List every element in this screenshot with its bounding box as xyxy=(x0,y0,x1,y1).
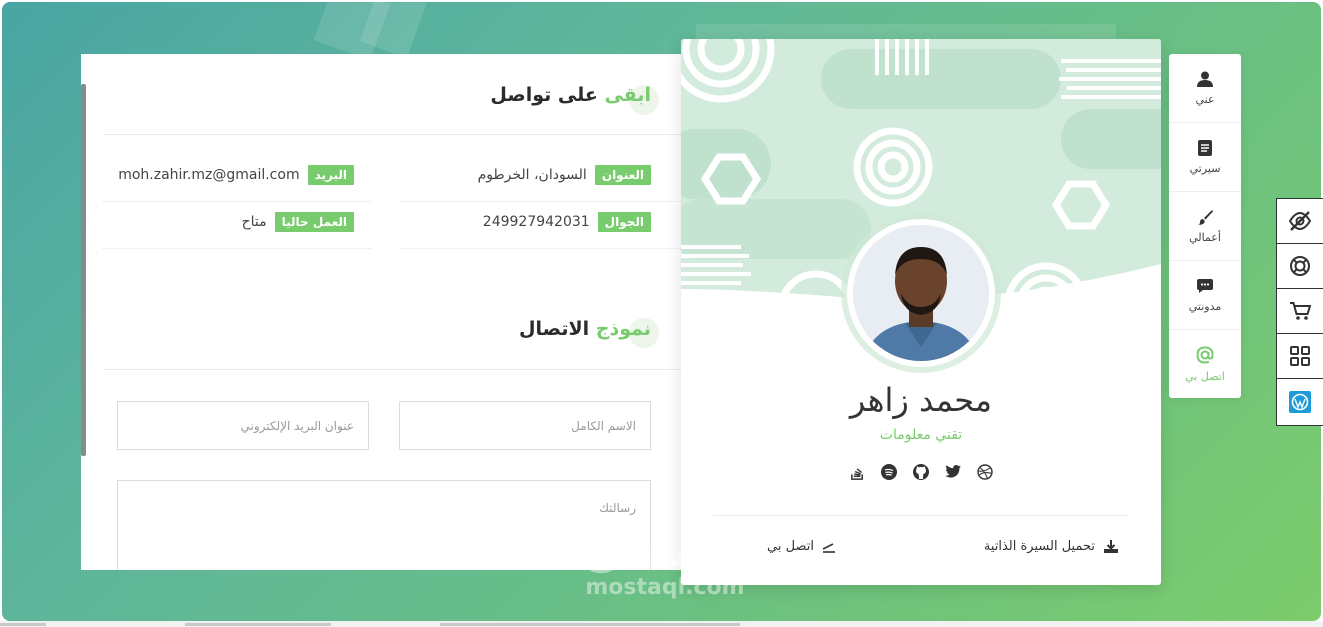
eye-off-icon xyxy=(1288,211,1312,231)
contact-section-title: ابقى على تواصل xyxy=(490,84,651,106)
info-label: الجوال xyxy=(597,212,651,232)
nav-item-label: أعمالي xyxy=(1189,230,1221,244)
row-divider xyxy=(401,201,681,202)
info-availability: العمل حاليا متاح xyxy=(242,212,354,232)
download-icon xyxy=(1104,539,1118,553)
twitter-icon[interactable] xyxy=(944,463,962,481)
lifebuoy-icon xyxy=(1290,256,1310,276)
stackoverflow-icon[interactable] xyxy=(848,463,866,481)
full-name-input[interactable] xyxy=(399,401,651,450)
at-icon xyxy=(1196,346,1214,364)
nav-item-contact[interactable]: اتصل بي xyxy=(1169,330,1241,399)
nav-item-blog[interactable]: مدونتي xyxy=(1169,261,1241,330)
profile-card: محمد زاهر تقني معلومات تحميل السيرة الذا… xyxy=(681,39,1161,585)
send-icon xyxy=(822,542,835,553)
download-cv-label: تحميل السيرة الذاتية xyxy=(983,539,1095,554)
bottom-strip xyxy=(0,621,1323,627)
floating-toolbar xyxy=(1276,198,1323,426)
info-label: العنوان xyxy=(594,165,651,185)
cart-icon xyxy=(1290,302,1311,320)
toolbar-support-button[interactable] xyxy=(1277,244,1323,289)
profile-job-title: تقني معلومات xyxy=(879,427,963,443)
user-icon xyxy=(1197,71,1213,87)
info-label: البريد xyxy=(307,165,354,185)
avatar xyxy=(853,225,989,361)
info-label: العمل حاليا xyxy=(274,212,354,232)
nav-item-works[interactable]: أعمالي xyxy=(1169,192,1241,261)
info-value: 249927942031 xyxy=(482,214,590,230)
contact-me-label: اتصل بي xyxy=(767,539,814,554)
wordpress-icon xyxy=(1289,390,1311,413)
resume-icon xyxy=(1198,139,1212,156)
info-phone: الجوال 249927942031 xyxy=(483,212,651,232)
card-divider xyxy=(713,515,1129,516)
info-value: متاح xyxy=(241,214,267,230)
spotify-icon[interactable] xyxy=(880,463,898,481)
dribbble-icon[interactable] xyxy=(976,463,994,481)
download-cv-button[interactable]: تحميل السيرة الذاتية xyxy=(984,539,1119,554)
section-divider xyxy=(103,369,681,370)
nav-item-resume[interactable]: سيرتي xyxy=(1169,123,1241,192)
nav-item-about[interactable]: عني xyxy=(1169,54,1241,123)
avatar-frame xyxy=(847,219,995,367)
nav-item-label: عني xyxy=(1195,92,1215,106)
profile-name: محمد زاهر xyxy=(849,381,993,419)
row-divider xyxy=(103,248,371,249)
side-navigation: عني سيرتي أعمالي مدونتي اتصل بي xyxy=(1169,54,1241,398)
form-section-title: نموذج الاتصال xyxy=(519,318,651,340)
social-links xyxy=(681,463,1161,481)
scrollbar[interactable] xyxy=(81,84,86,456)
message-textarea[interactable] xyxy=(117,480,651,570)
brush-icon xyxy=(1197,209,1213,225)
nav-item-label: سيرتي xyxy=(1189,161,1221,175)
nav-item-label: مدونتي xyxy=(1188,299,1222,313)
section-divider xyxy=(103,134,681,135)
contact-me-button[interactable]: اتصل بي xyxy=(767,539,838,554)
toolbar-wordpress-button[interactable] xyxy=(1277,379,1323,424)
row-divider xyxy=(401,248,681,249)
info-value: السودان، الخرطوم xyxy=(477,167,587,183)
nav-item-label: اتصل بي xyxy=(1185,370,1225,383)
toolbar-cart-button[interactable] xyxy=(1277,289,1323,334)
grid-icon xyxy=(1290,346,1310,366)
info-value: moh.zahir.mz@gmail.com xyxy=(118,167,300,183)
info-address: العنوان السودان، الخرطوم xyxy=(478,165,651,185)
info-email: البريد moh.zahir.mz@gmail.com xyxy=(118,165,354,185)
toolbar-hide-button[interactable] xyxy=(1277,199,1323,244)
row-divider xyxy=(103,201,371,202)
github-icon[interactable] xyxy=(912,463,930,481)
contact-panel: ابقى على تواصل العنوان السودان، الخرطوم … xyxy=(81,54,681,570)
toolbar-apps-button[interactable] xyxy=(1277,334,1323,379)
email-input[interactable] xyxy=(117,401,369,450)
chat-icon xyxy=(1197,278,1213,293)
